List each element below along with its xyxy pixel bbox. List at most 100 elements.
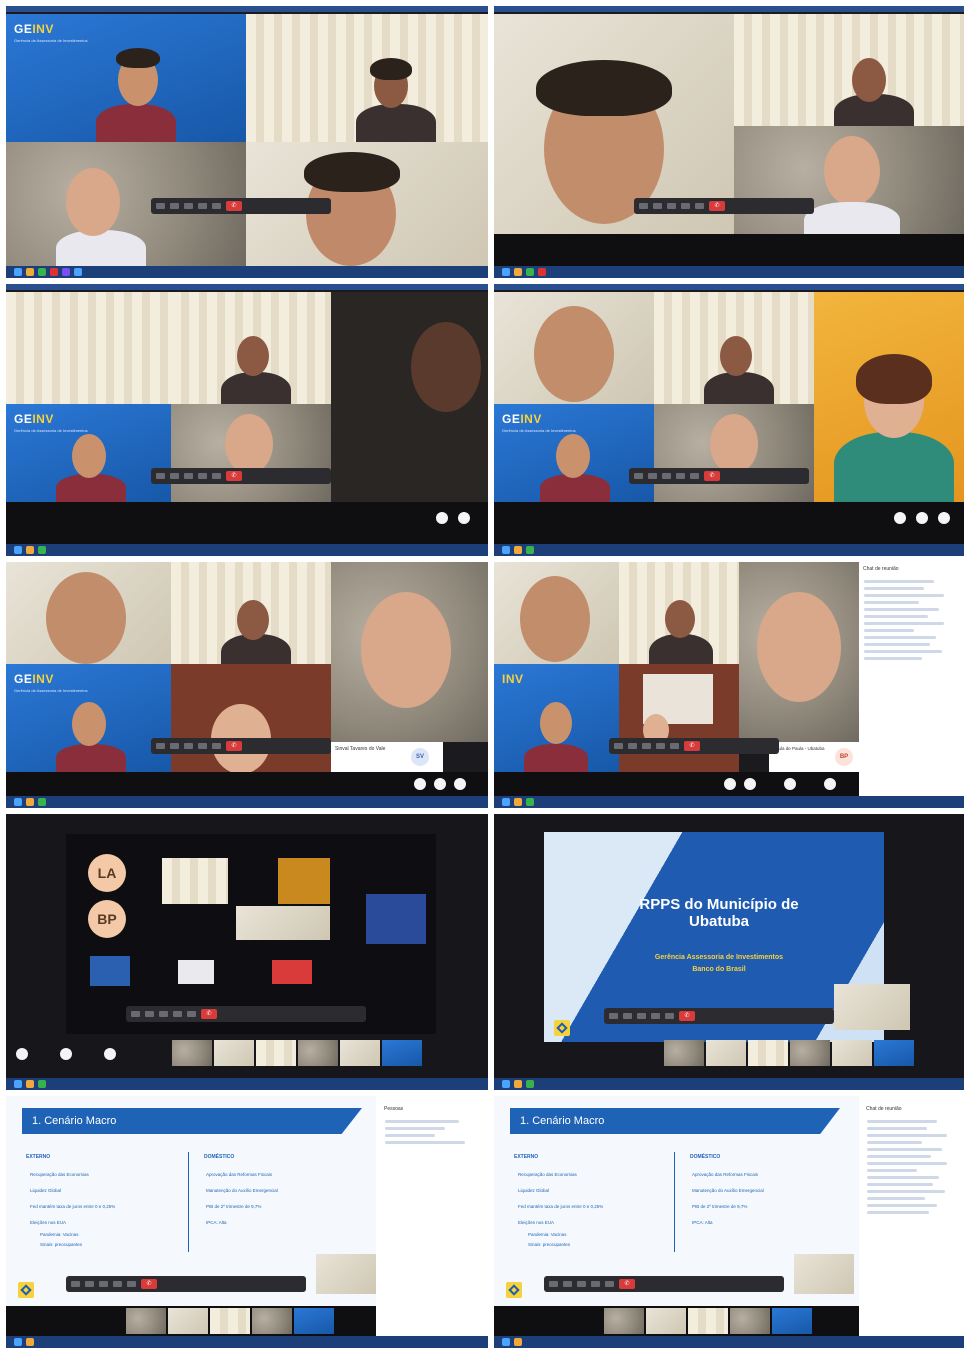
windows-taskbar-icon[interactable] [514,1080,522,1088]
windows-taskbar-icon[interactable] [62,268,70,276]
windows-taskbar-icon[interactable] [526,546,534,554]
hangup-icon[interactable]: ✆ [226,201,242,211]
share-icon[interactable] [577,1281,586,1287]
hangup-icon[interactable]: ✆ [684,741,700,751]
reaction-button[interactable] [104,1048,116,1060]
windows-taskbar-icon[interactable] [502,546,510,554]
share-preview[interactable] [178,960,214,984]
hangup-icon[interactable]: ✆ [141,1279,157,1289]
reaction-button[interactable] [16,1048,28,1060]
more-icon[interactable] [695,203,704,209]
windows-taskbar-icon[interactable] [502,1080,510,1088]
windows-taskbar-icon[interactable] [526,798,534,806]
camera-icon[interactable] [634,473,643,479]
windows-taskbar-icon[interactable] [14,1338,22,1346]
camera-icon[interactable] [549,1281,558,1287]
chat-icon[interactable] [651,1013,660,1019]
windows-taskbar-icon[interactable] [74,268,82,276]
reaction-button[interactable] [434,778,446,790]
mic-icon[interactable] [628,743,637,749]
chat-icon[interactable] [198,203,207,209]
windows-taskbar-icon[interactable] [26,798,34,806]
reaction-button[interactable] [414,778,426,790]
reaction-button[interactable] [824,778,836,790]
mic-icon[interactable] [145,1011,154,1017]
more-icon[interactable] [665,1013,674,1019]
reaction-button[interactable] [894,512,906,524]
windows-taskbar-icon[interactable] [526,1080,534,1088]
windows-taskbar-icon[interactable] [26,1338,34,1346]
mic-icon[interactable] [648,473,657,479]
mic-icon[interactable] [170,473,179,479]
share-icon[interactable] [637,1013,646,1019]
reaction-button[interactable] [436,512,448,524]
chat-icon[interactable] [198,743,207,749]
camera-icon[interactable] [609,1013,618,1019]
reaction-button[interactable] [916,512,928,524]
hangup-icon[interactable]: ✆ [679,1011,695,1021]
mic-icon[interactable] [170,743,179,749]
windows-taskbar-icon[interactable] [38,1080,46,1088]
windows-taskbar-icon[interactable] [50,268,58,276]
mic-icon[interactable] [653,203,662,209]
windows-taskbar-icon[interactable] [26,268,34,276]
windows-taskbar-icon[interactable] [502,268,510,276]
more-icon[interactable] [670,743,679,749]
reaction-button[interactable] [60,1048,72,1060]
windows-taskbar-icon[interactable] [514,546,522,554]
windows-taskbar-icon[interactable] [514,798,522,806]
share-icon[interactable] [642,743,651,749]
windows-taskbar-icon[interactable] [14,1080,22,1088]
windows-taskbar-icon[interactable] [38,798,46,806]
more-icon[interactable] [212,473,221,479]
windows-taskbar-icon[interactable] [14,268,22,276]
share-icon[interactable] [99,1281,108,1287]
share-icon[interactable] [159,1011,168,1017]
chat-icon[interactable] [591,1281,600,1287]
more-icon[interactable] [127,1281,136,1287]
windows-taskbar-icon[interactable] [38,546,46,554]
reaction-button[interactable] [454,778,466,790]
windows-taskbar-icon[interactable] [26,546,34,554]
more-icon[interactable] [690,473,699,479]
windows-taskbar-icon[interactable] [526,268,534,276]
windows-taskbar-icon[interactable] [514,1338,522,1346]
more-icon[interactable] [605,1281,614,1287]
camera-icon[interactable] [71,1281,80,1287]
windows-taskbar-icon[interactable] [538,268,546,276]
hangup-icon[interactable]: ✆ [201,1009,217,1019]
windows-taskbar-icon[interactable] [26,1080,34,1088]
windows-taskbar-icon[interactable] [502,1338,510,1346]
chat-icon[interactable] [676,473,685,479]
share-icon[interactable] [662,473,671,479]
reaction-button[interactable] [784,778,796,790]
camera-icon[interactable] [156,743,165,749]
hangup-icon[interactable]: ✆ [709,201,725,211]
more-icon[interactable] [212,743,221,749]
chat-icon[interactable] [681,203,690,209]
camera-icon[interactable] [156,473,165,479]
camera-icon[interactable] [131,1011,140,1017]
chat-icon[interactable] [198,473,207,479]
share-icon[interactable] [184,743,193,749]
share-preview[interactable] [272,960,312,984]
hangup-icon[interactable]: ✆ [226,471,242,481]
share-icon[interactable] [184,203,193,209]
chat-icon[interactable] [113,1281,122,1287]
hangup-icon[interactable]: ✆ [619,1279,635,1289]
mic-icon[interactable] [85,1281,94,1287]
hangup-icon[interactable]: ✆ [226,741,242,751]
camera-icon[interactable] [614,743,623,749]
windows-taskbar-icon[interactable] [514,268,522,276]
windows-taskbar-icon[interactable] [14,798,22,806]
windows-taskbar-icon[interactable] [502,798,510,806]
mic-icon[interactable] [170,203,179,209]
more-icon[interactable] [187,1011,196,1017]
reaction-button[interactable] [938,512,950,524]
hangup-icon[interactable]: ✆ [704,471,720,481]
windows-taskbar-icon[interactable] [14,546,22,554]
reaction-button[interactable] [744,778,756,790]
windows-taskbar-icon[interactable] [38,268,46,276]
reaction-button[interactable] [458,512,470,524]
chat-icon[interactable] [173,1011,182,1017]
